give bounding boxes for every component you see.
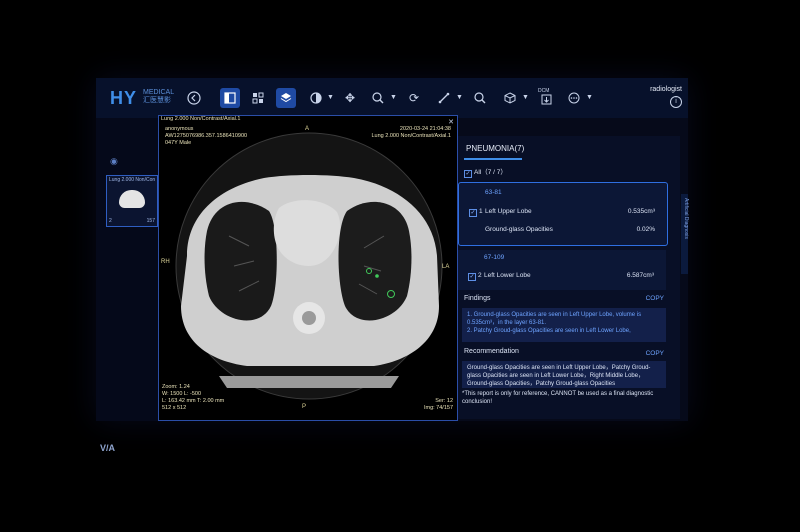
recommendation-text: Ground-glass Opacities are seen in Left … [462,361,666,388]
window-level-icon[interactable] [306,88,326,108]
lesion-percent: 0.02% [636,226,655,233]
logo-subtitle: MEDICAL 汇医慧影 [143,89,174,105]
findings-copy-button[interactable]: COPY [646,295,664,302]
app-screen: HY MEDICAL 汇医慧影 ▼ ✥ ▼ ⟳ ▼ ▼ DCM ▼ radiol… [96,78,689,453]
recommendation-heading: Recommendation [464,348,519,355]
logo-sub-en: MEDICAL [143,89,175,96]
findings-heading: Findings [464,295,491,302]
viewer-params-block: Zoom: 1.24 W: 1500 L: -500 L: 163.42 mm … [162,384,224,412]
finding-index: 2 [478,272,482,279]
info-icon[interactable]: i [670,96,682,108]
finding-card-2[interactable]: 67-109 ✓ 2 Left Lower Lobe 6.587cm³ [458,250,666,290]
thumbnail-label: Lung 2.000 Non/Con [109,177,156,183]
username[interactable]: radiologist [650,86,682,93]
title-underline [464,158,522,160]
select-all[interactable]: ✓ All（7 / 7） [464,166,507,178]
window-readout: W: 1500 L: -500 [162,391,202,397]
thumbnail-image [119,190,145,208]
matrix-readout: 512 x 512 [162,405,187,411]
finding-line-1: 1. Ground-glass Opacities are seen in Le… [467,312,642,326]
thumbnail-strip: ◉ Lung 2.000 Non/Con 2 157 V/A [96,118,158,453]
finding-row: ✓ 1 [469,208,483,217]
select-all-label: All（7 / 7） [474,169,507,176]
thumbnail-count: 157 [146,218,155,224]
measure-icon[interactable] [434,88,454,108]
lesion-volume: 6.587cm³ [626,272,654,279]
finding-row: ✓ 2 [468,272,482,281]
lesion-volume: 0.535cm³ [627,208,655,215]
brand-logo-icon: V/A [100,443,116,453]
series-number: Ser: 12 [435,398,453,404]
pan-icon[interactable]: ✥ [340,88,360,108]
checkbox-icon[interactable]: ✓ [468,273,476,281]
ct-slice-image [175,132,443,400]
lobe-name: Left Lower Lobe [484,272,531,279]
findings-text: 1. Ground-glass Opacities are seen in Le… [462,308,666,342]
dcm-label: DCM [538,88,550,94]
lesion-type: Ground-glass Opacities [485,226,553,233]
series-thumbnail[interactable]: Lung 2.000 Non/Con 2 157 [106,175,158,227]
report-panel: PNEUMONIA(7) ✓ All（7 / 7） 63-81 ✓ 1 Left U… [458,136,680,419]
layer-range: 63-81 [485,189,502,196]
magnifier-icon[interactable] [470,88,490,108]
zoom-readout: Zoom: 1.24 [162,384,190,390]
chevron-down-icon[interactable]: ▼ [390,94,397,101]
checkbox-icon[interactable]: ✓ [464,170,472,178]
chevron-down-icon[interactable]: ▼ [586,94,593,101]
ct-viewport[interactable]: Lung 2.000 Non/Contrast/Axial.1 anonymou… [158,115,463,421]
zoom-icon[interactable] [368,88,388,108]
toolbar: HY MEDICAL 汇医慧影 ▼ ✥ ▼ ⟳ ▼ ▼ DCM ▼ radiol… [96,78,688,118]
single-view-icon[interactable] [220,88,240,108]
grid-layout-icon[interactable] [248,88,268,108]
chevron-down-icon[interactable]: ▼ [456,94,463,101]
report-title[interactable]: PNEUMONIA(7) [466,144,524,153]
3d-icon[interactable] [500,88,520,108]
dcm-export-icon[interactable]: DCM [536,88,556,108]
lobe-name: Left Upper Lobe [485,208,532,215]
logo-sub-cn: 汇医慧影 [143,97,171,104]
rotate-icon[interactable]: ⟳ [404,88,424,108]
finding-line-2: 2. Patchy Groud-glass Opacities are seen… [467,328,631,334]
checkbox-icon[interactable]: ✓ [469,209,477,217]
image-number: Img: 74/157 [423,405,453,411]
finding-index: 1 [479,208,483,215]
stack-icon[interactable] [276,88,296,108]
disclaimer-note: *This report is only for reference, CANN… [462,391,654,405]
chevron-down-icon[interactable]: ▼ [327,94,334,101]
eye-icon[interactable]: ◉ [110,156,118,167]
finding-card-1[interactable]: 63-81 ✓ 1 Left Upper Lobe 0.535cm³ Ground… [458,182,668,246]
logo: HY [110,88,138,108]
thumbnail-index: 2 [109,218,112,224]
layer-range: 67-109 [484,254,505,261]
location-readout: L: 163.42 mm T: 2.00 mm [162,398,225,404]
back-icon[interactable] [184,88,204,108]
artificial-diagnosis-tab[interactable]: Artificial Diagnosis [681,194,689,274]
image-index-block: Ser: 12 Img: 74/157 [424,398,453,412]
recommendation-copy-button[interactable]: COPY [646,350,664,357]
more-icon[interactable] [564,88,584,108]
side-tab-label: Artificial Diagnosis [683,198,689,239]
chevron-down-icon[interactable]: ▼ [522,94,529,101]
